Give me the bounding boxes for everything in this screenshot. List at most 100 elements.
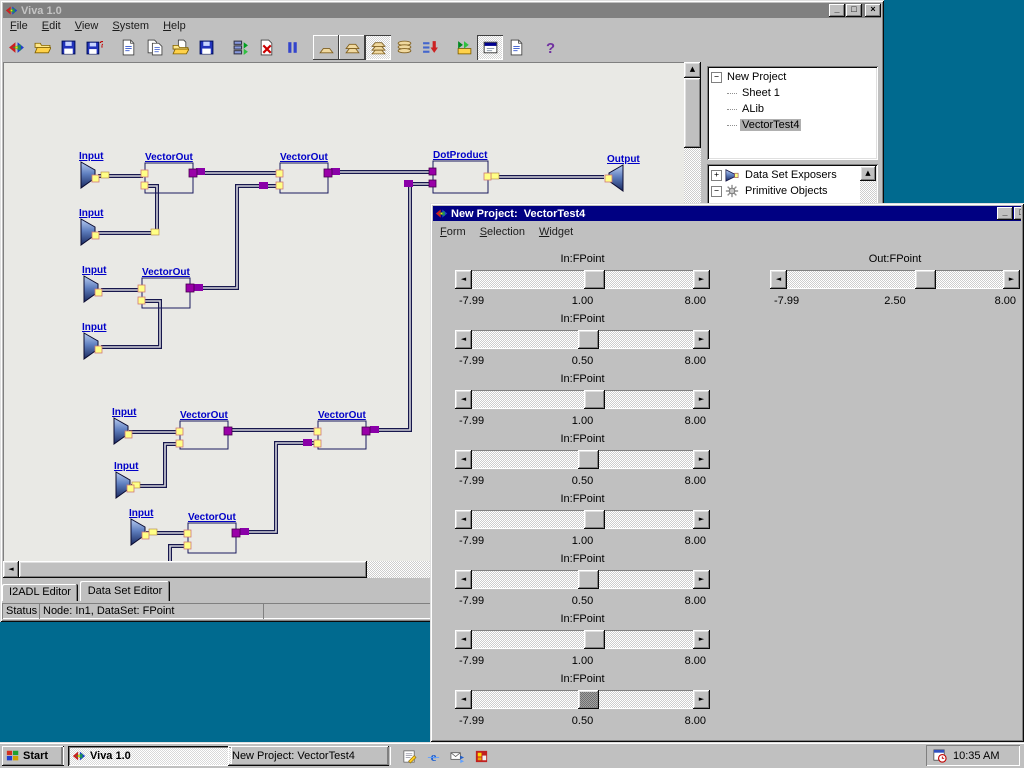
slider-thumb[interactable] [584,510,605,529]
tab-data-set-editor[interactable]: Data Set Editor [80,581,170,601]
node-vectorout[interactable] [318,421,366,449]
maximize-button[interactable]: □ [846,4,862,17]
tree-item-data-set-exposers[interactable]: + Data Set Exposers [711,167,878,183]
input-connector[interactable] [176,428,183,435]
slider-right-button[interactable]: ► [693,690,710,709]
slider-left-button[interactable]: ◄ [455,390,472,409]
notes-button[interactable] [398,746,420,766]
tree-item-label[interactable]: Primitive Objects [743,185,830,197]
slider-left-button[interactable]: ◄ [455,270,472,289]
minimize-button[interactable]: _ [829,4,845,17]
input-connector[interactable] [141,182,148,189]
slider-left-button[interactable]: ◄ [770,270,787,289]
input-connector[interactable] [138,285,145,292]
output-connector[interactable] [429,168,436,175]
wire[interactable] [170,546,185,561]
scroll-left-button[interactable]: ◄ [3,561,19,578]
task-button-viva-1-0[interactable]: Viva 1.0 [68,746,232,766]
slider-track[interactable]: ◄► [770,270,1020,289]
slider-thumb[interactable] [915,270,936,289]
node-dotproduct[interactable] [433,161,488,193]
slider-track[interactable]: ◄► [455,270,710,289]
slider-thumb[interactable] [584,270,605,289]
output-connector[interactable] [362,427,370,435]
sheet-list-button[interactable] [417,35,443,60]
internet-explorer-button[interactable] [422,746,444,766]
form-titlebar[interactable]: New Project: VectorTest4 _ □ [433,206,1021,221]
delete-sheet-button[interactable] [253,35,279,60]
slider-thumb[interactable] [578,570,599,589]
copy-sheet-button[interactable] [141,35,167,60]
slider-right-button[interactable]: ► [693,510,710,529]
slider-right-button[interactable]: ► [693,450,710,469]
collapse-icon[interactable]: − [711,186,722,197]
tab-i2adl-editor[interactable]: I2ADL Editor [2,584,78,601]
node-vectorout[interactable] [188,523,236,553]
output-connector[interactable] [429,180,436,187]
build-stack-button[interactable] [227,35,253,60]
input-connector[interactable] [276,170,283,177]
slider-right-button[interactable]: ► [693,270,710,289]
slider-right-button[interactable]: ► [693,630,710,649]
input-connector[interactable] [314,428,321,435]
slider-right-button[interactable]: ► [1003,270,1020,289]
slider-left-button[interactable]: ◄ [455,510,472,529]
slider-left-button[interactable]: ◄ [455,330,472,349]
menu-form[interactable]: Form [433,225,473,240]
menu-help[interactable]: Help [156,19,193,34]
slider-track[interactable]: ◄► [455,570,710,589]
slider-track[interactable]: ◄► [455,510,710,529]
task-button-new-project-vectortest4[interactable]: New Project: VectorTest4 [228,746,389,766]
slider-right-button[interactable]: ► [693,570,710,589]
input-connector[interactable] [605,175,612,182]
slider-left-button[interactable]: ◄ [455,570,472,589]
input-connector[interactable] [138,297,145,304]
output-connector[interactable] [324,169,332,177]
maximize-button[interactable]: □ [1014,207,1021,220]
input-connector[interactable] [92,232,99,239]
input-connector[interactable] [184,530,191,537]
tree-item-label[interactable]: Data Set Exposers [743,169,839,181]
menu-view[interactable]: View [68,19,106,34]
input-connector[interactable] [95,346,102,353]
slider-track[interactable]: ◄► [455,690,710,709]
slider-thumb[interactable] [578,450,599,469]
dos-button[interactable] [470,746,492,766]
layer-three-button[interactable] [365,35,391,60]
slider-left-button[interactable]: ◄ [455,630,472,649]
input-connector[interactable] [92,175,99,182]
node-vectorout[interactable] [180,421,228,449]
slider-right-button[interactable]: ► [693,390,710,409]
slider-left-button[interactable]: ◄ [455,690,472,709]
input-connector[interactable] [142,532,149,539]
save-sheet-button[interactable] [193,35,219,60]
dataset-editor-button[interactable] [477,35,503,60]
menu-selection[interactable]: Selection [473,225,532,240]
tree-item-label[interactable]: Sheet 1 [740,87,782,99]
output-connector[interactable] [224,427,232,435]
save-project-button[interactable] [55,35,81,60]
tree-item-sheet-1[interactable]: Sheet 1 [711,85,878,101]
start-button[interactable]: Start [2,746,64,766]
tree-item-alib[interactable]: ALib [711,101,878,117]
tree-item-vectortest4[interactable]: VectorTest4 [711,117,878,133]
input-connector[interactable] [276,182,283,189]
open-sheet-button[interactable] [167,35,193,60]
slider-track[interactable]: ◄► [455,630,710,649]
slider-track[interactable]: ◄► [455,330,710,349]
input-connector[interactable] [125,431,132,438]
layer-one-button[interactable] [313,35,339,60]
input-connector[interactable] [176,440,183,447]
expand-icon[interactable]: + [711,170,722,181]
minimize-button[interactable]: _ [997,207,1013,220]
new-page-button[interactable] [503,35,529,60]
menu-file[interactable]: File [3,19,35,34]
tree-item-label[interactable]: New Project [725,71,788,83]
input-connector[interactable] [127,485,134,492]
pause-button[interactable] [279,35,305,60]
mail-button[interactable] [446,746,468,766]
tree-item-label[interactable]: ALib [740,103,766,115]
slider-thumb[interactable] [584,390,605,409]
input-connector[interactable] [184,542,191,549]
slider-thumb[interactable] [578,690,599,709]
